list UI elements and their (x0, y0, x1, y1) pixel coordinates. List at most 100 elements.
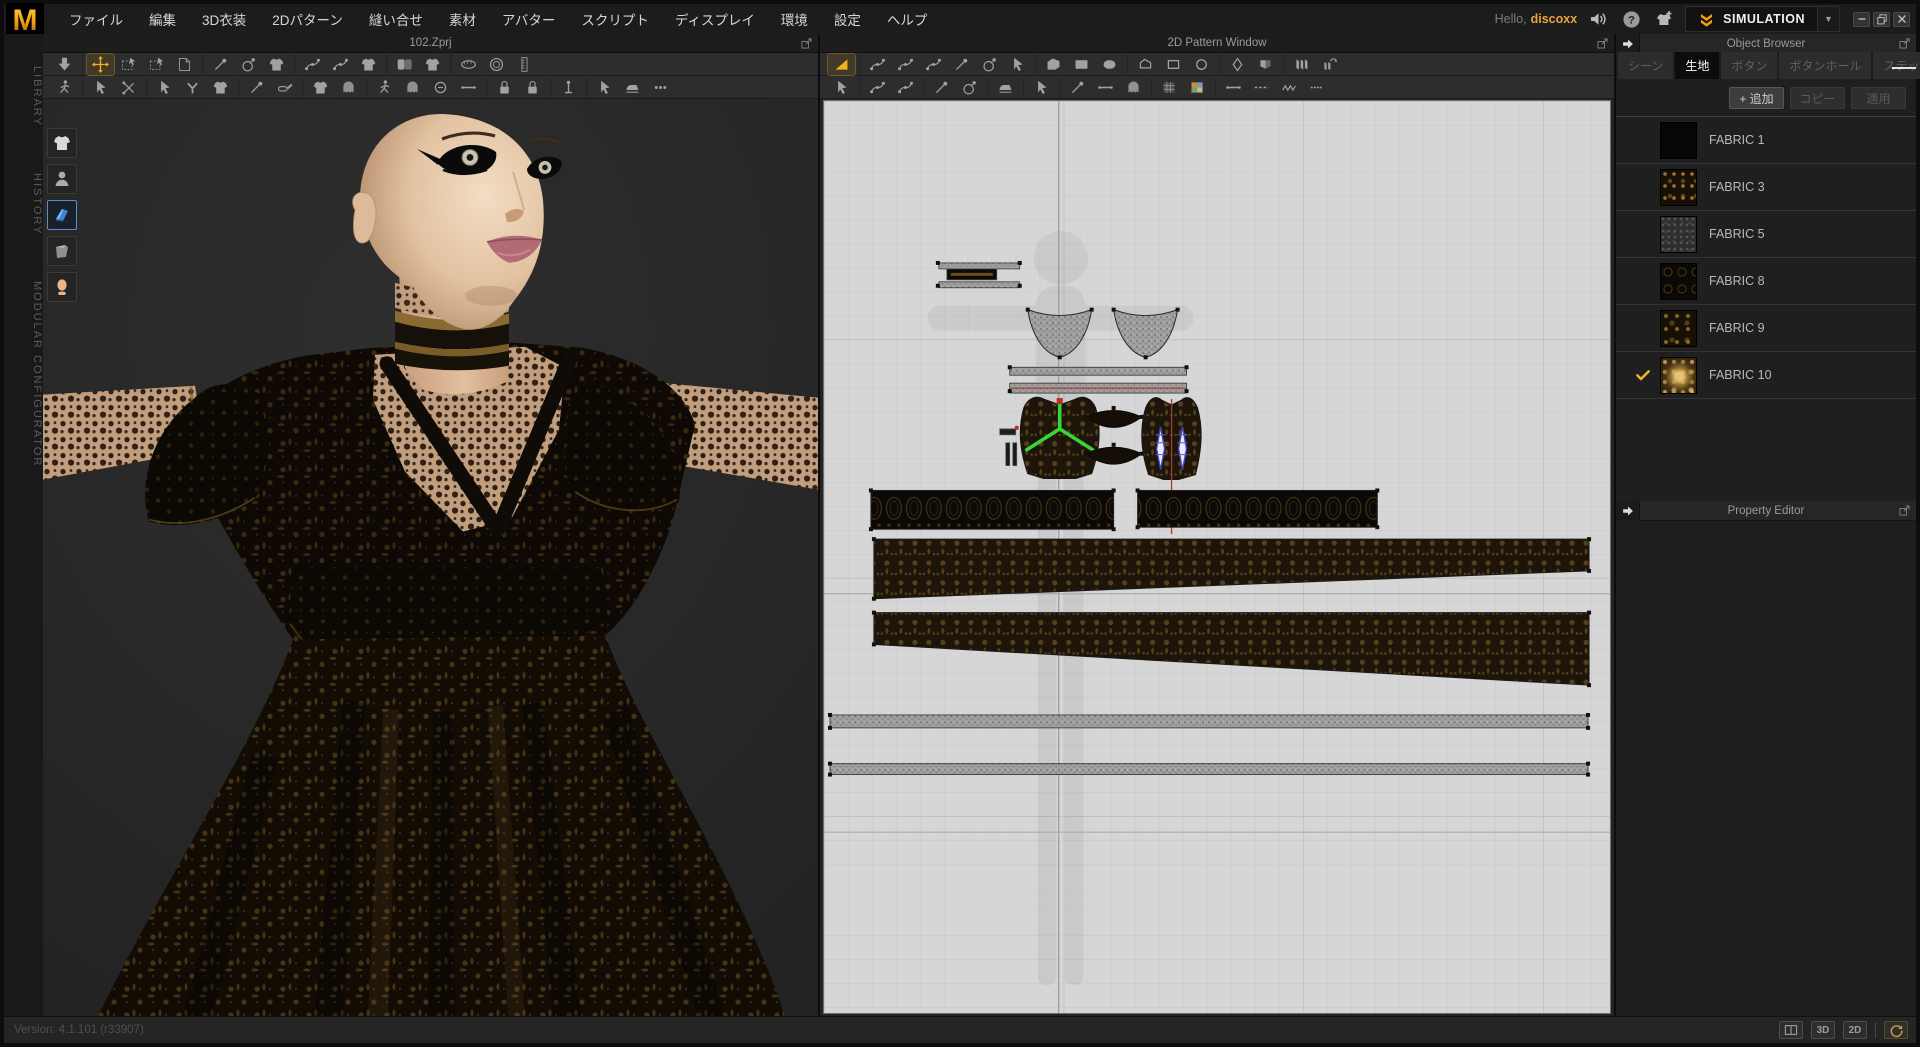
avatar-show-tool[interactable] (335, 77, 362, 98)
edit-sewing-tool[interactable] (299, 54, 326, 75)
avatar-move-tool[interactable] (51, 77, 78, 98)
menu-help[interactable]: ヘルプ (874, 2, 941, 36)
menu-settings[interactable]: 設定 (821, 2, 874, 36)
edit-sewing-2d-tool[interactable] (828, 77, 855, 98)
flatten-tool[interactable] (619, 77, 646, 98)
edit-curvature-tool[interactable] (892, 54, 919, 75)
ghost-avatar-2d-tool[interactable] (1120, 77, 1147, 98)
baseline-tool[interactable] (1092, 77, 1119, 98)
measure-avatar-tool[interactable] (371, 77, 398, 98)
pin-tool[interactable] (207, 54, 234, 75)
internal-ellipse-tool[interactable] (1188, 54, 1215, 75)
popout-icon[interactable] (800, 37, 814, 51)
garment-tack-tool[interactable] (207, 77, 234, 98)
ruler-tool[interactable] (511, 54, 538, 75)
arrangement-tool[interactable] (419, 54, 446, 75)
tab-fabric[interactable]: 生地 (1675, 52, 1720, 79)
grading-tool[interactable] (1028, 77, 1055, 98)
insert-point-tool[interactable] (976, 54, 1003, 75)
stitch-dash-tool[interactable] (1248, 77, 1275, 98)
fabric-library-button[interactable] (47, 200, 77, 230)
height-measure-tool[interactable] (455, 77, 482, 98)
menu-avatar[interactable]: アバター (489, 2, 568, 36)
tape-measure-tool[interactable] (455, 54, 482, 75)
circle-measure-tool[interactable] (427, 77, 454, 98)
simulation-button[interactable]: SIMULATION (1685, 6, 1818, 32)
fabric-row[interactable]: FABRIC 1 (1616, 117, 1916, 164)
roller-tool[interactable] (271, 77, 298, 98)
apply-button[interactable]: 適用 (1851, 87, 1906, 109)
view-2d-button[interactable]: 2D (1843, 1021, 1867, 1039)
popout-icon[interactable] (1898, 37, 1912, 51)
menu-2d-pattern[interactable]: 2Dパターン (259, 2, 356, 36)
anchor-tool[interactable] (555, 77, 582, 98)
fabric-roll-button[interactable] (47, 236, 77, 266)
mn-sewing-tool[interactable] (892, 77, 919, 98)
iron-2d-tool[interactable] (992, 77, 1019, 98)
copy-button[interactable]: コピー (1790, 87, 1845, 109)
minimize-button[interactable] (1853, 11, 1870, 27)
fabric-row[interactable]: FABRIC 5 (1616, 211, 1916, 258)
sound-icon[interactable] (1586, 8, 1610, 30)
edit-pattern-tool[interactable] (864, 54, 891, 75)
fabric-row[interactable]: FABRIC 3 (1616, 164, 1916, 211)
stage-3d[interactable] (43, 100, 818, 1016)
menu-3d-garment[interactable]: 3D衣装 (189, 2, 259, 36)
tack-2d-tool[interactable] (928, 77, 955, 98)
import-drop-tool[interactable] (51, 54, 78, 75)
more-tools-tool[interactable] (647, 77, 674, 98)
popout-icon[interactable] (1898, 504, 1912, 518)
reset-view-button[interactable] (1884, 1021, 1908, 1039)
pin-2d-tool[interactable] (956, 77, 983, 98)
dock-tab-library[interactable]: LIBRARY (4, 42, 43, 141)
transform-pattern-tool[interactable] (827, 52, 856, 76)
menu-environment[interactable]: 環境 (768, 2, 821, 36)
pin-lock-tool[interactable] (491, 77, 518, 98)
dock-tab-history[interactable]: HISTORY (4, 149, 43, 250)
internal-polygon-tool[interactable] (1132, 54, 1159, 75)
rectangle-tool[interactable] (1068, 54, 1095, 75)
rotate-page-tool[interactable] (171, 54, 198, 75)
internal-rectangle-tool[interactable] (1160, 54, 1187, 75)
circumference-tape-tool[interactable] (483, 54, 510, 75)
texture-view-tool[interactable] (1184, 77, 1211, 98)
add-point-tool[interactable] (948, 54, 975, 75)
pattern-canvas[interactable] (823, 100, 1611, 1014)
popout-icon[interactable] (1596, 37, 1610, 51)
stitch-solid-tool[interactable] (1220, 77, 1247, 98)
shape-seam-tool[interactable] (1252, 54, 1279, 75)
menu-edit[interactable]: 編集 (136, 2, 189, 36)
pin-sphere-tool[interactable] (235, 54, 262, 75)
ellipse-tool[interactable] (1096, 54, 1123, 75)
collapse-panel-icon[interactable] (1616, 34, 1640, 54)
avatar-head-button[interactable] (47, 272, 77, 302)
tab-button[interactable]: ボタン (1721, 52, 1778, 79)
stitch-dot-tool[interactable] (1304, 77, 1331, 98)
scissors-tool[interactable] (115, 77, 142, 98)
fabric-row[interactable]: FABRIC 9 (1616, 305, 1916, 352)
stitch-zigzag-tool[interactable] (1276, 77, 1303, 98)
simulation-dropdown[interactable]: ▼ (1818, 6, 1840, 32)
move-tool[interactable] (86, 52, 115, 76)
avatar-share-icon[interactable] (1652, 8, 1676, 30)
view-3d-button[interactable]: 3D (1811, 1021, 1835, 1039)
fold-arrangement-tool[interactable] (391, 54, 418, 75)
tack-on-avatar-tool[interactable] (151, 77, 178, 98)
close-button[interactable] (1893, 11, 1910, 27)
stylus-tool[interactable] (591, 77, 618, 98)
pleats-tool[interactable] (1288, 54, 1315, 75)
edit-curve-point-tool[interactable] (920, 54, 947, 75)
ghost-mode-tool[interactable] (399, 77, 426, 98)
show-avatar-button[interactable] (47, 164, 77, 194)
tab-buttonhole[interactable]: ボタンホール (1779, 52, 1872, 79)
y-seam-tool[interactable] (179, 77, 206, 98)
split-view-button[interactable] (1779, 1021, 1803, 1039)
show-garment-button[interactable] (47, 128, 77, 158)
needle-tool[interactable] (243, 77, 270, 98)
tab-scene[interactable]: シーン (1618, 52, 1674, 79)
fabric-row[interactable]: FABRIC 8 (1616, 258, 1916, 305)
lock-all-tool[interactable] (519, 77, 546, 98)
show-grid-tool[interactable] (1156, 77, 1183, 98)
annotation-tool[interactable] (1064, 77, 1091, 98)
free-sewing-tool[interactable] (327, 54, 354, 75)
